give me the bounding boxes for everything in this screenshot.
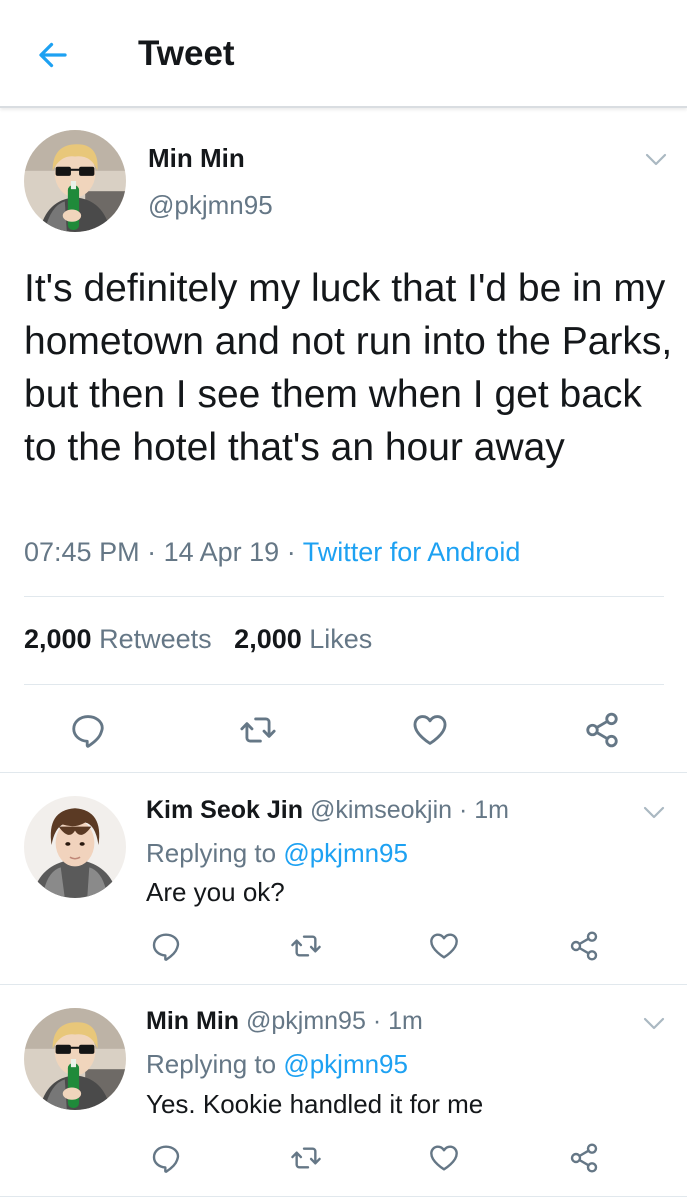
reply-header: Min Min @pkjmn95 · 1m (146, 1007, 423, 1036)
reply-text: Are you ok? (146, 877, 285, 907)
share-icon (583, 711, 621, 749)
reply-button[interactable] (66, 708, 110, 752)
reply-age: 1m (388, 1007, 423, 1035)
avatar-image (24, 1008, 126, 1110)
chevron-down-icon (644, 152, 668, 168)
share-icon (568, 930, 600, 962)
reply-icon (150, 1142, 182, 1174)
likes-stat[interactable]: 2,000 Likes (234, 624, 372, 654)
share-button[interactable] (564, 926, 604, 966)
more-options-button[interactable] (640, 1014, 668, 1034)
tweet-source-link[interactable]: Twitter for Android (303, 537, 521, 567)
avatar[interactable] (24, 796, 126, 898)
retweet-button[interactable] (236, 708, 280, 752)
retweet-button[interactable] (286, 926, 326, 966)
retweets-count: 2,000 (24, 624, 92, 654)
replying-label: Replying to (146, 1049, 277, 1079)
likes-count: 2,000 (234, 624, 302, 654)
reply-author-handle[interactable]: @pkjmn95 (246, 1007, 366, 1035)
avatar[interactable] (24, 1008, 126, 1110)
reply-author-handle[interactable]: @kimseokjin (310, 796, 452, 824)
more-options-button[interactable] (642, 150, 670, 170)
heart-icon (428, 1142, 460, 1174)
divider (24, 596, 664, 597)
meta-separator: · (458, 796, 468, 824)
reply-icon (150, 930, 182, 962)
top-app-bar: Tweet (0, 0, 687, 108)
replying-label: Replying to (146, 838, 277, 868)
page-title: Tweet (138, 34, 235, 73)
divider (24, 684, 664, 685)
meta-separator: · (372, 1007, 382, 1035)
tweet-date: 14 Apr 19 (163, 537, 280, 567)
chevron-down-icon (642, 1016, 666, 1032)
replying-to: Replying to @pkjmn95 (146, 838, 408, 869)
like-button[interactable] (424, 926, 464, 966)
reply-author-name[interactable]: Kim Seok Jin (146, 796, 303, 824)
reply-button[interactable] (146, 1138, 186, 1178)
avatar-image (24, 796, 126, 898)
author-handle[interactable]: @pkjmn95 (148, 190, 273, 221)
share-icon (568, 1142, 600, 1174)
replying-to: Replying to @pkjmn95 (146, 1049, 408, 1080)
tweet-time: 07:45 PM (24, 537, 140, 567)
heart-icon (411, 711, 449, 749)
heart-icon (428, 930, 460, 962)
more-options-button[interactable] (640, 803, 668, 823)
reply-age: 1m (474, 796, 509, 824)
share-button[interactable] (580, 708, 624, 752)
retweets-stat[interactable]: 2,000 Retweets (24, 624, 212, 654)
reply-button[interactable] (146, 926, 186, 966)
meta-separator: · (147, 537, 157, 567)
author-name[interactable]: Min Min (148, 143, 245, 174)
arrow-left-icon (39, 42, 67, 68)
mention-link[interactable]: @pkjmn95 (283, 838, 408, 868)
retweets-label: Retweets (99, 624, 212, 654)
tweet-text: It's definitely my luck that I'd be in m… (24, 267, 673, 469)
tweet-meta: 07:45 PM · 14 Apr 19 · Twitter for Andro… (24, 537, 520, 568)
like-button[interactable] (424, 1138, 464, 1178)
avatar-image (24, 130, 126, 232)
reply-author-name[interactable]: Min Min (146, 1007, 239, 1035)
likes-label: Likes (309, 624, 373, 654)
meta-separator: · (286, 537, 296, 567)
mention-link[interactable]: @pkjmn95 (283, 1049, 408, 1079)
reply-icon (69, 711, 107, 749)
avatar[interactable] (24, 130, 126, 232)
retweet-icon (239, 711, 277, 749)
back-button[interactable] (30, 32, 76, 78)
chevron-down-icon (642, 805, 666, 821)
retweet-button[interactable] (286, 1138, 326, 1178)
reply-header: Kim Seok Jin @kimseokjin · 1m (146, 796, 509, 825)
share-button[interactable] (564, 1138, 604, 1178)
like-button[interactable] (408, 708, 452, 752)
divider (0, 772, 687, 773)
divider (0, 1196, 687, 1197)
retweet-icon (290, 1142, 322, 1174)
reply-text: Yes. Kookie handled it for me (146, 1089, 484, 1119)
engagement-stats: 2,000 Retweets 2,000 Likes (24, 624, 372, 655)
divider (0, 984, 687, 985)
retweet-icon (290, 930, 322, 962)
